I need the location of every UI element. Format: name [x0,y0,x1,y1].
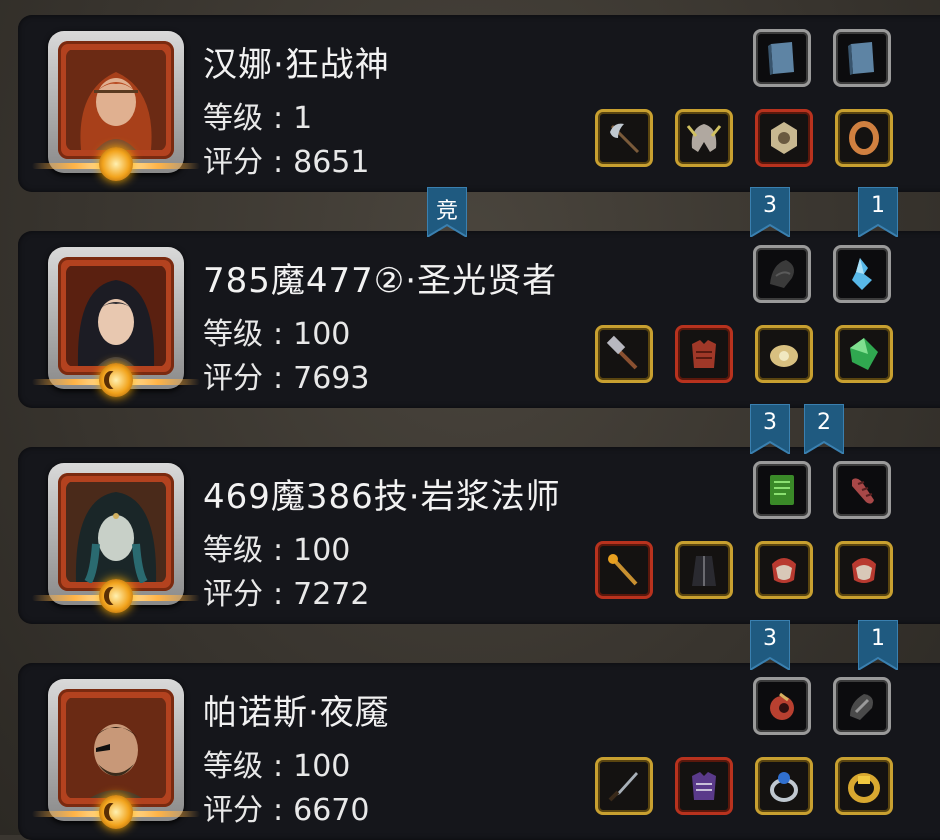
glove-icon[interactable] [835,541,893,599]
gauntlet-icon[interactable] [753,245,811,303]
player-card[interactable]: 汉娜·狂战神 等级:1 评分:8651 [18,15,940,192]
bracer-icon[interactable] [833,461,891,519]
player-name: 帕诺斯·夜魇 [203,693,390,733]
robe-icon[interactable] [675,541,733,599]
avatar[interactable] [32,679,200,829]
level-label: 等级 [203,749,263,784]
score-label: 评分 [203,361,263,396]
score-label: 评分 [203,577,263,612]
avatar[interactable] [32,31,200,181]
dagger-icon[interactable] [595,757,653,815]
ribbon-text: 2 [817,410,831,435]
score-row: 评分:8651 [203,137,369,181]
ribbon-text: 竞 [435,199,458,224]
eye-icon[interactable] [753,677,811,735]
bracer-icon[interactable] [833,677,891,735]
ribbon-text: 3 [763,193,777,218]
ribbon-badge: 3 [750,187,790,237]
score-label: 评分 [203,145,263,180]
score-label: 评分 [203,793,263,828]
level-value: 100 [293,533,351,568]
book-icon[interactable] [833,29,891,87]
ribbon-badge: 1 [858,187,898,237]
score-row: 评分:7693 [203,353,369,397]
player-card[interactable]: 帕诺斯·夜魇 等级:100 评分:6670 [18,663,940,840]
level-colon: : [273,317,284,352]
score-row: 评分:6670 [203,785,369,829]
ribbon-badge: 3 [750,404,790,454]
score-colon: : [273,145,284,180]
gem-icon[interactable] [835,325,893,383]
sun-emblem-icon [99,147,133,181]
score-row: 评分:7272 [203,569,369,613]
score-value: 7693 [293,361,370,396]
score-value: 7272 [293,577,370,612]
player-card[interactable]: 469魔386技·岩浆法师 等级:100 评分:7272 [18,447,940,624]
level-label: 等级 [203,317,263,352]
spellbook-icon[interactable] [753,461,811,519]
level-label: 等级 [203,101,263,136]
ribbon-text: 1 [871,626,885,651]
level-row: 等级:100 [203,309,350,353]
ribbon-text: 3 [763,626,777,651]
ribbon-text: 3 [763,410,777,435]
player-name: 785魔477②·圣光贤者 [203,261,558,301]
moon-emblem-icon [99,363,133,397]
score-value: 8651 [293,145,370,180]
ring-icon[interactable] [755,757,813,815]
level-colon: : [273,749,284,784]
ring-icon[interactable] [835,757,893,815]
level-value: 100 [293,317,351,352]
glove-icon[interactable] [755,541,813,599]
avatar-frame [58,473,174,591]
moon-emblem-icon [99,795,133,829]
hammer-icon[interactable] [595,325,653,383]
avatar[interactable] [32,247,200,397]
axe-icon[interactable] [595,109,653,167]
book-icon[interactable] [753,29,811,87]
helmet-icon[interactable] [675,109,733,167]
amulet-icon[interactable] [755,109,813,167]
score-colon: : [273,577,284,612]
level-row: 等级:100 [203,741,350,785]
moon-emblem-icon [99,579,133,613]
avatar-portrait [66,481,166,583]
armor-icon[interactable] [675,325,733,383]
score-colon: : [273,361,284,396]
avatar-portrait [66,697,166,799]
player-card[interactable]: 785魔477②·圣光贤者 等级:100 评分:7693 [18,231,940,408]
level-colon: : [273,101,284,136]
avatar-frame [58,689,174,807]
ribbon-badge: 1 [858,620,898,670]
ribbon-badge: 2 [804,404,844,454]
level-value: 100 [293,749,351,784]
player-name: 汉娜·狂战神 [203,45,390,85]
level-colon: : [273,533,284,568]
level-label: 等级 [203,533,263,568]
amulet-icon[interactable] [755,325,813,383]
level-row: 等级:1 [203,93,312,137]
level-value: 1 [293,101,313,136]
score-value: 6670 [293,793,370,828]
avatar-frame [58,41,174,159]
avatar-portrait [66,265,166,367]
score-colon: : [273,793,284,828]
ribbon-badge: 3 [750,620,790,670]
avatar[interactable] [32,463,200,613]
ring-icon[interactable] [835,109,893,167]
ribbon-text: 1 [871,193,885,218]
staff-icon[interactable] [595,541,653,599]
avatar-frame [58,257,174,375]
crystal-icon[interactable] [833,245,891,303]
avatar-portrait [66,49,166,151]
player-name: 469魔386技·岩浆法师 [203,477,561,517]
armor-icon[interactable] [675,757,733,815]
ribbon-badge: 竞 [427,187,467,237]
level-row: 等级:100 [203,525,350,569]
